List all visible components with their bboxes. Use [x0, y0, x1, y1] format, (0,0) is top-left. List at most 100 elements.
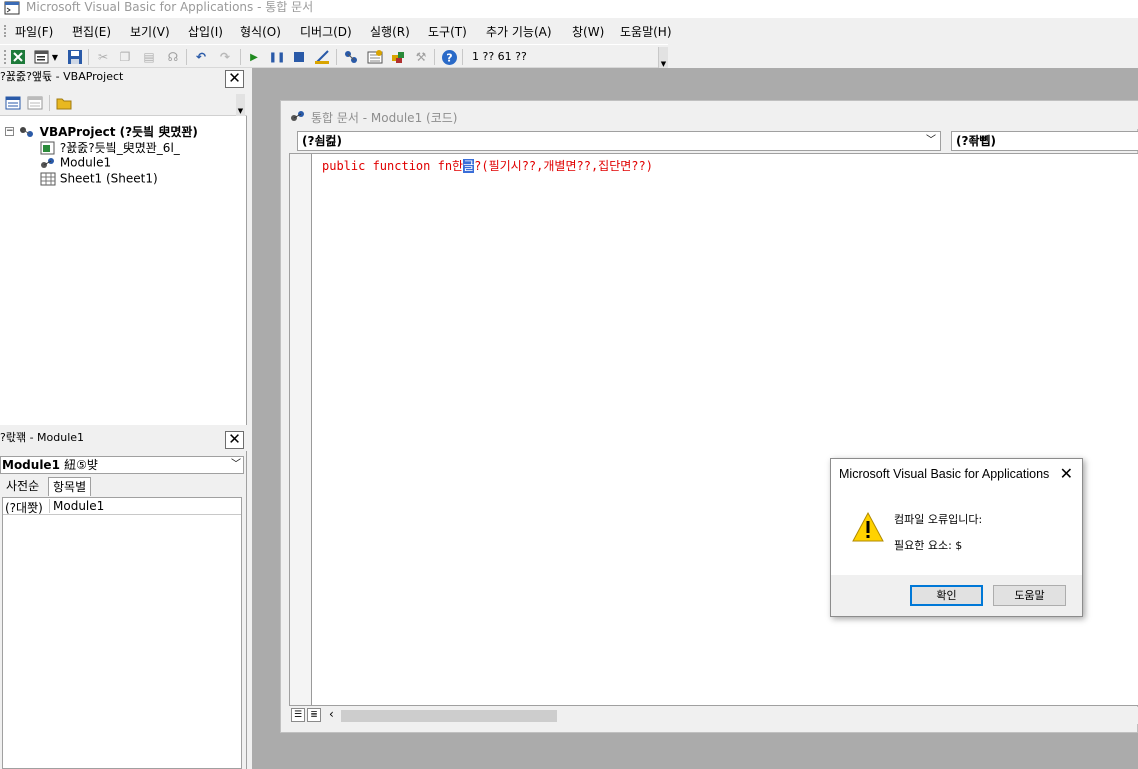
tab-alphabetic[interactable]: 사전순: [2, 477, 43, 496]
ok-button[interactable]: 확인: [910, 585, 983, 606]
help-button[interactable]: 도움말: [993, 585, 1066, 606]
code-line-1[interactable]: public function fn한글?(필기시??,개별면??,집단면??): [322, 157, 653, 174]
procedure-view-icon[interactable]: ☰: [291, 708, 305, 722]
save-icon[interactable]: [66, 48, 84, 66]
horizontal-scrollbar-thumb[interactable]: [341, 710, 557, 722]
tab-categorized[interactable]: 항목별: [48, 477, 92, 496]
svg-text:?: ?: [446, 51, 452, 64]
toolbar-overflow-button[interactable]: ▼: [658, 47, 668, 69]
reset-icon[interactable]: [290, 48, 308, 66]
design-mode-icon[interactable]: [313, 48, 331, 66]
compile-error-dialog: Microsoft Visual Basic for Applications …: [830, 458, 1083, 617]
menu-run[interactable]: 실행(R): [370, 23, 410, 40]
view-excel-icon[interactable]: [9, 48, 27, 66]
properties-grid: (?대쫫) Module1: [2, 497, 242, 769]
properties-object-type: 紐⑤뱢: [64, 458, 98, 472]
menu-view[interactable]: 보기(V): [130, 23, 170, 40]
menu-help[interactable]: 도움말(H): [620, 23, 672, 40]
menu-file[interactable]: 파일(F): [15, 23, 53, 40]
property-row-name[interactable]: (?대쫫) Module1: [3, 499, 241, 515]
properties-close-button[interactable]: ✕: [225, 431, 244, 449]
insert-module-icon[interactable]: [33, 48, 51, 66]
break-icon[interactable]: ❚❚: [268, 48, 286, 66]
tree-item-sheet1[interactable]: Sheet1 (Sheet1): [40, 171, 158, 186]
code-selection: 글: [463, 159, 475, 173]
chevron-down-icon: ﹀: [926, 135, 936, 146]
toolbar-separator: [434, 49, 435, 65]
project-explorer-icon[interactable]: [342, 48, 360, 66]
menu-bar: 파일(F) 편집(E) 보기(V) 삽입(I) 형식(O) 디버그(D) 실행(…: [0, 20, 1138, 42]
window-title: Microsoft Visual Basic for Applications …: [26, 0, 314, 14]
vbaproject-icon: [19, 126, 33, 137]
cut-icon[interactable]: ✂: [94, 48, 112, 66]
code-window-title: 통합 문서 - Module1 (코드): [311, 111, 458, 125]
toggle-folders-icon[interactable]: [56, 96, 72, 110]
dialog-close-icon[interactable]: ✕: [1060, 464, 1073, 483]
view-code-icon[interactable]: [5, 96, 21, 110]
worksheet-icon: [40, 172, 56, 185]
property-key: (?대쫫): [5, 501, 43, 515]
project-explorer-close-button[interactable]: ✕: [225, 70, 244, 88]
module-icon: [291, 111, 304, 121]
menu-edit[interactable]: 편집(E): [72, 23, 111, 40]
tree-item-label: Sheet1 (Sheet1): [59, 171, 158, 186]
object-combobox[interactable]: (?쇰컲) ﹀: [297, 131, 941, 151]
tree-item-label: VBAProject (?듯빀 臾몄꽌): [39, 125, 198, 139]
toolbar-separator: [462, 49, 463, 65]
code-text: ?(필기시??,개별면??,집단면??): [474, 159, 653, 173]
project-toolbar-overflow[interactable]: ▼: [236, 94, 245, 116]
code-margin-indicator-bar[interactable]: [290, 154, 312, 705]
find-icon[interactable]: ☊: [164, 48, 182, 66]
undo-icon[interactable]: ↶: [192, 48, 210, 66]
properties-title: ?띿꽦 - Module1: [0, 431, 85, 444]
object-combobox-value: (?쇰컲): [302, 134, 343, 148]
dialog-title: Microsoft Visual Basic for Applications: [839, 467, 1050, 481]
project-explorer-header: ?꾨줈?앺듃 - VBAProject ✕: [0, 68, 247, 90]
property-value[interactable]: Module1: [49, 499, 104, 513]
dialog-footer: 확인 도움말: [831, 575, 1082, 616]
menu-tools[interactable]: 도구(T): [428, 23, 467, 40]
chevron-down-icon[interactable]: ▼: [50, 48, 60, 66]
tree-item-workbook[interactable]: ?꾨줈?듯빀_臾몄꽌_6l_: [40, 139, 180, 156]
menu-grip: [4, 25, 6, 37]
help-icon[interactable]: ?: [440, 48, 458, 66]
tree-item-module1[interactable]: Module1: [40, 155, 111, 170]
procedure-combobox[interactable]: (?좎뼵): [951, 131, 1138, 151]
cursor-position-readout: 1 ?? 61 ??: [472, 50, 527, 63]
full-module-view-icon[interactable]: ≣: [307, 708, 321, 722]
toolbar-separator: [186, 49, 187, 65]
view-object-icon[interactable]: [27, 96, 43, 110]
code-text: public function fn한: [322, 159, 464, 173]
tree-item-vbaproject[interactable]: − VBAProject (?듯빀 臾몄꽌): [5, 123, 198, 140]
workbook-icon: [40, 141, 55, 154]
code-editor[interactable]: public function fn한글?(필기시??,개별면??,집단면??): [289, 153, 1138, 706]
menu-debug[interactable]: 디버그(D): [300, 23, 352, 40]
properties-icon[interactable]: [366, 48, 384, 66]
run-icon[interactable]: ▶: [245, 48, 263, 66]
title-bar: Microsoft Visual Basic for Applications …: [0, 0, 1138, 18]
code-window: 통합 문서 - Module1 (코드) (?쇰컲) ﹀ (?좎뼵) publi…: [280, 100, 1138, 733]
properties-object-select[interactable]: Module1 紐⑤뱢 ﹀: [0, 456, 244, 474]
redo-icon[interactable]: ↷: [216, 48, 234, 66]
toolbox-icon[interactable]: ⚒: [412, 48, 430, 66]
collapse-toggle-icon[interactable]: −: [5, 127, 14, 136]
properties-object-name: Module1: [2, 458, 60, 472]
object-browser-icon[interactable]: [389, 48, 407, 66]
procedure-combobox-value: (?좎뼵): [956, 134, 997, 148]
menu-addins[interactable]: 추가 기능(A): [486, 23, 552, 40]
menu-format[interactable]: 형식(O): [240, 23, 281, 40]
project-explorer-toolbar: [0, 90, 247, 116]
standard-toolbar: ▼ ✂ ❐ ▤ ☊ ↶ ↷ ▶ ❚❚ ⚒ ? 1 ?? 61 ?? ▼: [0, 44, 668, 69]
toolbar-separator: [336, 49, 337, 65]
menu-insert[interactable]: 삽입(I): [188, 23, 223, 40]
scroll-left-icon[interactable]: ‹: [329, 707, 334, 721]
warning-icon: [852, 511, 884, 542]
paste-icon[interactable]: ▤: [140, 48, 158, 66]
tree-item-label: ?꾨줈?듯빀_臾몄꽌_6l_: [59, 141, 180, 155]
project-explorer-panel: ?꾨줈?앺듃 - VBAProject ✕ ▼ − VBAProject (?듯…: [0, 68, 247, 425]
copy-icon[interactable]: ❐: [116, 48, 134, 66]
code-window-titlebar: 통합 문서 - Module1 (코드): [281, 101, 1138, 129]
properties-panel: ?띿꽦 - Module1 ✕ Module1 紐⑤뱢 ﹀ 사전순 항목별 (?…: [0, 429, 247, 769]
toolbar-grip: [4, 50, 6, 64]
menu-window[interactable]: 창(W): [572, 23, 604, 40]
